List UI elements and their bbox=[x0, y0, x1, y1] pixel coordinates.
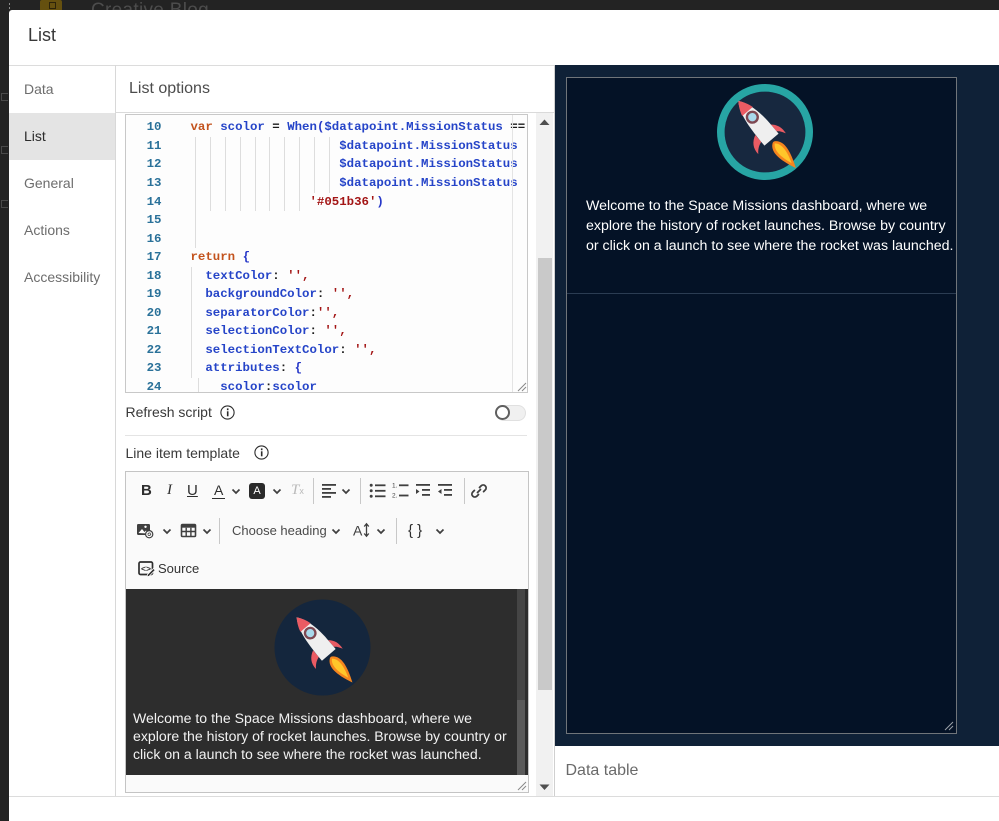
svg-text:2.: 2. bbox=[392, 492, 398, 499]
svg-text:<>: <> bbox=[141, 563, 151, 573]
svg-text:1.: 1. bbox=[392, 482, 398, 489]
svg-text:A: A bbox=[353, 523, 363, 539]
